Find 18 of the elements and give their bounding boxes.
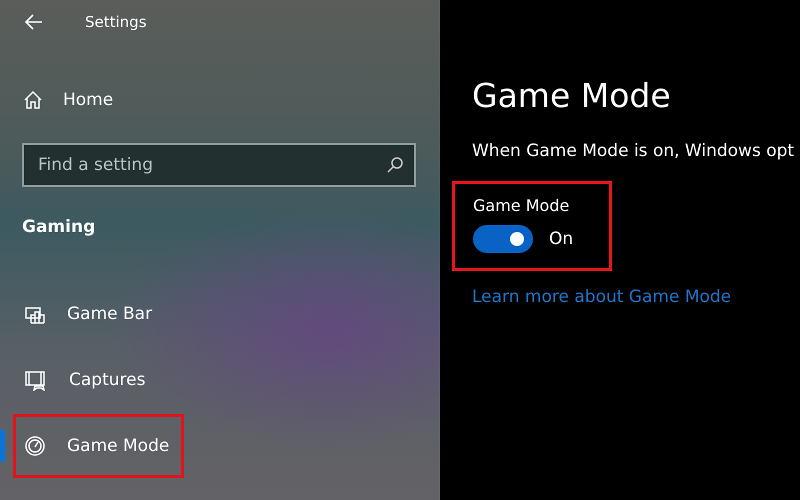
toggle-label: Game Mode (473, 196, 570, 215)
back-button[interactable] (24, 12, 44, 32)
window-title: Settings (85, 13, 147, 31)
nav-item[interactable]: Game Mode (13, 414, 184, 478)
nav-item[interactable]: Game Bar (13, 282, 168, 346)
gauge-icon (24, 435, 46, 457)
home-icon (23, 90, 43, 110)
toggle-state: On (549, 229, 574, 249)
home-link[interactable]: Home (63, 90, 114, 110)
search-field[interactable]: Find a setting (22, 143, 416, 187)
learn-more-link[interactable]: Learn more about Game Mode (472, 287, 800, 307)
section-heading: Gaming (22, 217, 96, 237)
nav-item[interactable]: Captures (13, 348, 160, 412)
search-icon (386, 156, 404, 174)
page-title: Game Mode (472, 76, 672, 115)
description-text: When Game Mode is on, Windows opt (472, 141, 796, 161)
capture-icon (24, 369, 48, 391)
toggle-switch[interactable] (473, 225, 533, 253)
